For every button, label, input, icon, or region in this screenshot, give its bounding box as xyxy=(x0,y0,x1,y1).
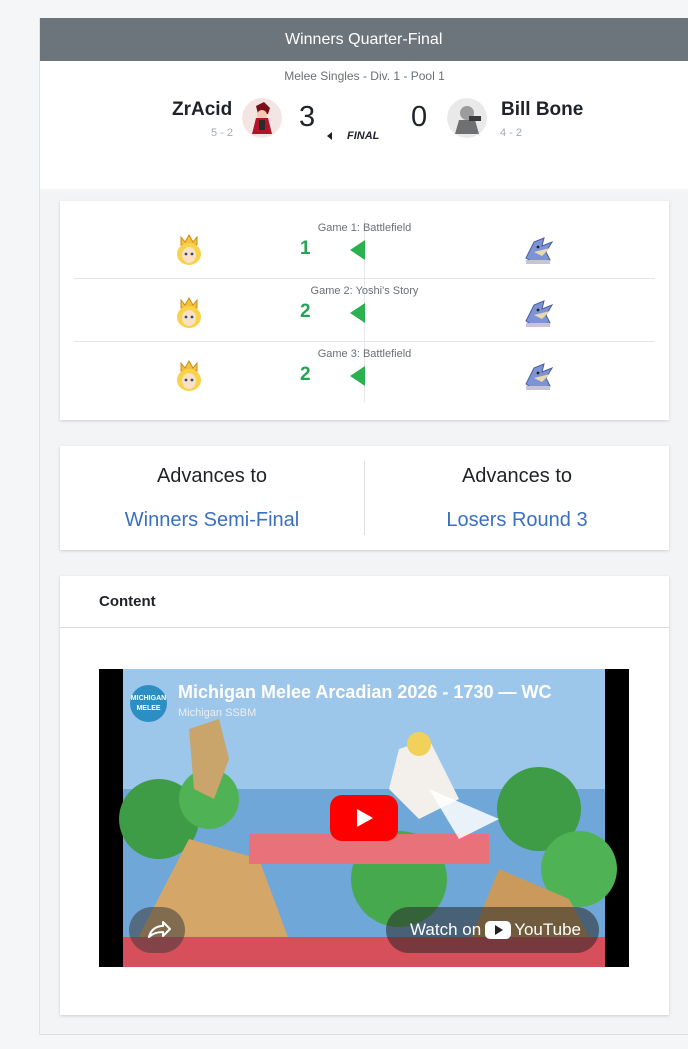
youtube-icon xyxy=(485,921,512,939)
game-row: Game 2: Yoshi's Story 2 xyxy=(74,279,655,342)
game-winner-arrow-icon xyxy=(350,366,365,386)
game-winner-arrow-icon xyxy=(350,303,365,323)
player1-avatar[interactable] xyxy=(242,98,282,138)
falco-icon xyxy=(520,232,556,268)
share-button[interactable] xyxy=(129,907,185,953)
peach-icon xyxy=(171,358,207,394)
winners-semi-final-link[interactable]: Winners Semi-Final xyxy=(60,509,364,532)
advances-heading: Advances to xyxy=(461,465,573,487)
match-panel: Winners Quarter-Final Melee Singles - Di… xyxy=(39,18,688,1035)
peach-icon xyxy=(171,295,207,331)
player2-score: 0 xyxy=(411,101,428,133)
falco-icon xyxy=(520,295,556,331)
advances-loser: Advances to Losers Round 3 xyxy=(365,446,669,550)
advances-heading: Advances to xyxy=(156,465,268,487)
game-label: Game 2: Yoshi's Story xyxy=(310,285,419,297)
final-label: FINAL xyxy=(347,130,380,142)
watch-on-label: Watch on xyxy=(410,920,482,939)
winner-indicator-icon xyxy=(327,132,332,140)
game-winner-arrow-icon xyxy=(350,240,365,260)
game-row: Game 3: Battlefield 2 xyxy=(74,342,655,405)
game-winner-score: 2 xyxy=(300,364,311,385)
player1-score: 3 xyxy=(299,101,316,133)
game-winner-score: 2 xyxy=(300,301,311,322)
game-row: Game 1: Battlefield 1 xyxy=(74,216,655,279)
advances-winner: Advances to Winners Semi-Final xyxy=(60,446,364,550)
player1-record: 5 - 2 xyxy=(211,127,234,139)
player2-avatar[interactable] xyxy=(447,98,487,138)
losers-round-3-link[interactable]: Losers Round 3 xyxy=(365,509,669,532)
pool-label: Melee Singles - Div. 1 - Pool 1 xyxy=(284,69,445,83)
falco-icon xyxy=(520,358,556,394)
player2-name[interactable]: Bill Bone xyxy=(501,99,583,121)
channel-logo-text: MICHIGAN MELEE xyxy=(130,695,167,712)
player1-name[interactable]: ZrAcid xyxy=(172,99,232,121)
play-icon xyxy=(357,809,373,827)
advances-card: Advances to Winners Semi-Final Advances … xyxy=(60,446,669,550)
watch-on-youtube-button[interactable]: Watch on YouTube xyxy=(386,907,599,953)
youtube-brand: YouTube xyxy=(514,920,581,939)
channel-logo[interactable]: MICHIGAN MELEE xyxy=(130,685,167,722)
games-card: Game 1: Battlefield 1 Game 2: Yoshi's St… xyxy=(60,201,669,420)
player2-record: 4 - 2 xyxy=(500,127,523,139)
share-icon xyxy=(148,921,171,938)
content-card: Content MICHIGAN MELEE Michigan Melee Ar… xyxy=(60,576,669,1015)
game-winner-score: 1 xyxy=(300,238,311,259)
content-header: Content xyxy=(60,576,669,628)
video-embed[interactable]: MICHIGAN MELEE Michigan Melee Arcadian 2… xyxy=(99,669,629,967)
video-channel[interactable]: Michigan SSBM xyxy=(178,707,256,719)
peach-icon xyxy=(171,232,207,268)
content-title: Content xyxy=(99,593,156,610)
game-label: Game 3: Battlefield xyxy=(317,348,412,360)
round-title: Winners Quarter-Final xyxy=(285,30,443,48)
play-button[interactable] xyxy=(330,795,398,841)
round-title-bar: Winners Quarter-Final xyxy=(40,18,688,61)
game-label: Game 1: Battlefield xyxy=(317,222,412,234)
video-title[interactable]: Michigan Melee Arcadian 2026 - 1730 — WC xyxy=(178,682,598,703)
match-header: Melee Singles - Div. 1 - Pool 1 ZrAcid 5… xyxy=(40,61,688,189)
